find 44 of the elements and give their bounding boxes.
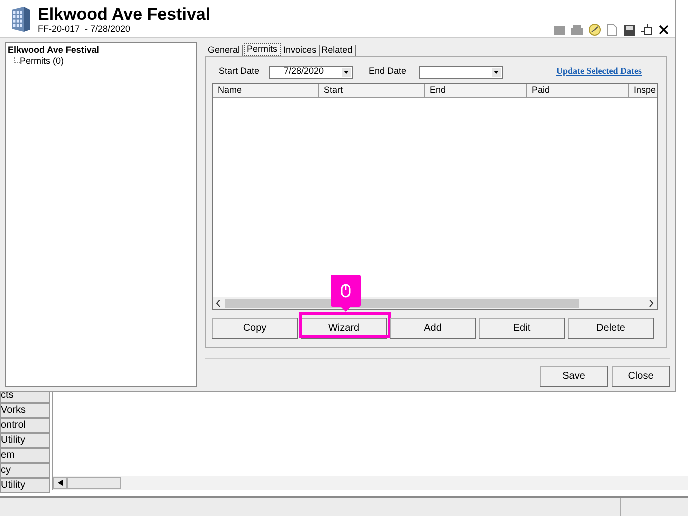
tree-item[interactable]: Elkwood Ave Festival bbox=[8, 45, 194, 56]
building-icon bbox=[10, 6, 32, 32]
column-header[interactable]: Paid bbox=[527, 84, 629, 97]
document-icon[interactable] bbox=[607, 24, 618, 36]
save-button[interactable]: Save bbox=[540, 366, 608, 387]
action-button[interactable]: Add bbox=[390, 318, 476, 339]
scroll-thumb[interactable] bbox=[67, 477, 121, 489]
dropdown-arrow-icon bbox=[342, 68, 351, 76]
date-dropdown[interactable]: 7/28/2020 bbox=[269, 66, 353, 78]
column-header[interactable]: End bbox=[425, 84, 527, 97]
nav-item[interactable]: Utility bbox=[0, 433, 50, 448]
column-header[interactable]: Start bbox=[319, 84, 425, 97]
date-dropdown[interactable] bbox=[419, 66, 503, 78]
window-subtitle: FF-20-017 - 7/28/2020 bbox=[38, 24, 132, 35]
nav-item[interactable]: Utility bbox=[0, 478, 50, 493]
close-icon[interactable] bbox=[659, 25, 669, 35]
scroll-right-icon[interactable] bbox=[649, 300, 654, 306]
box-icon[interactable] bbox=[554, 26, 565, 34]
field-label: End Date bbox=[369, 65, 408, 78]
dropdown-arrow-icon bbox=[492, 68, 501, 76]
nav-item[interactable]: ontrol bbox=[0, 418, 50, 433]
copy-icon[interactable] bbox=[641, 24, 653, 36]
scroll-left-icon[interactable] bbox=[216, 300, 221, 306]
tab[interactable]: Permits bbox=[244, 43, 281, 56]
mouse-icon bbox=[341, 284, 351, 298]
nav-item[interactable]: Vorks bbox=[0, 403, 50, 418]
update-dates-link[interactable]: Update Selected Dates bbox=[556, 65, 642, 79]
close-button[interactable]: Close bbox=[612, 366, 670, 387]
clock-icon[interactable] bbox=[589, 24, 601, 36]
horizontal-scrollbar[interactable] bbox=[213, 297, 657, 309]
nav-item[interactable]: cy bbox=[0, 463, 50, 478]
action-button[interactable]: Copy bbox=[212, 318, 298, 339]
save-icon[interactable] bbox=[624, 24, 635, 36]
printer-icon[interactable] bbox=[571, 25, 583, 35]
action-button[interactable]: Delete bbox=[568, 318, 654, 339]
scroll-left-icon[interactable] bbox=[53, 477, 67, 489]
column-header[interactable]: Name bbox=[213, 84, 319, 97]
window-title: Elkwood Ave Festival bbox=[38, 6, 211, 24]
column-header[interactable]: Inspe bbox=[629, 84, 657, 97]
nav-item[interactable]: em bbox=[0, 448, 50, 463]
tree-item[interactable]: Permits (0) bbox=[20, 56, 64, 67]
scrollbar[interactable] bbox=[52, 476, 688, 490]
field-label: Start Date bbox=[219, 65, 261, 78]
action-button[interactable]: Edit bbox=[479, 318, 565, 339]
